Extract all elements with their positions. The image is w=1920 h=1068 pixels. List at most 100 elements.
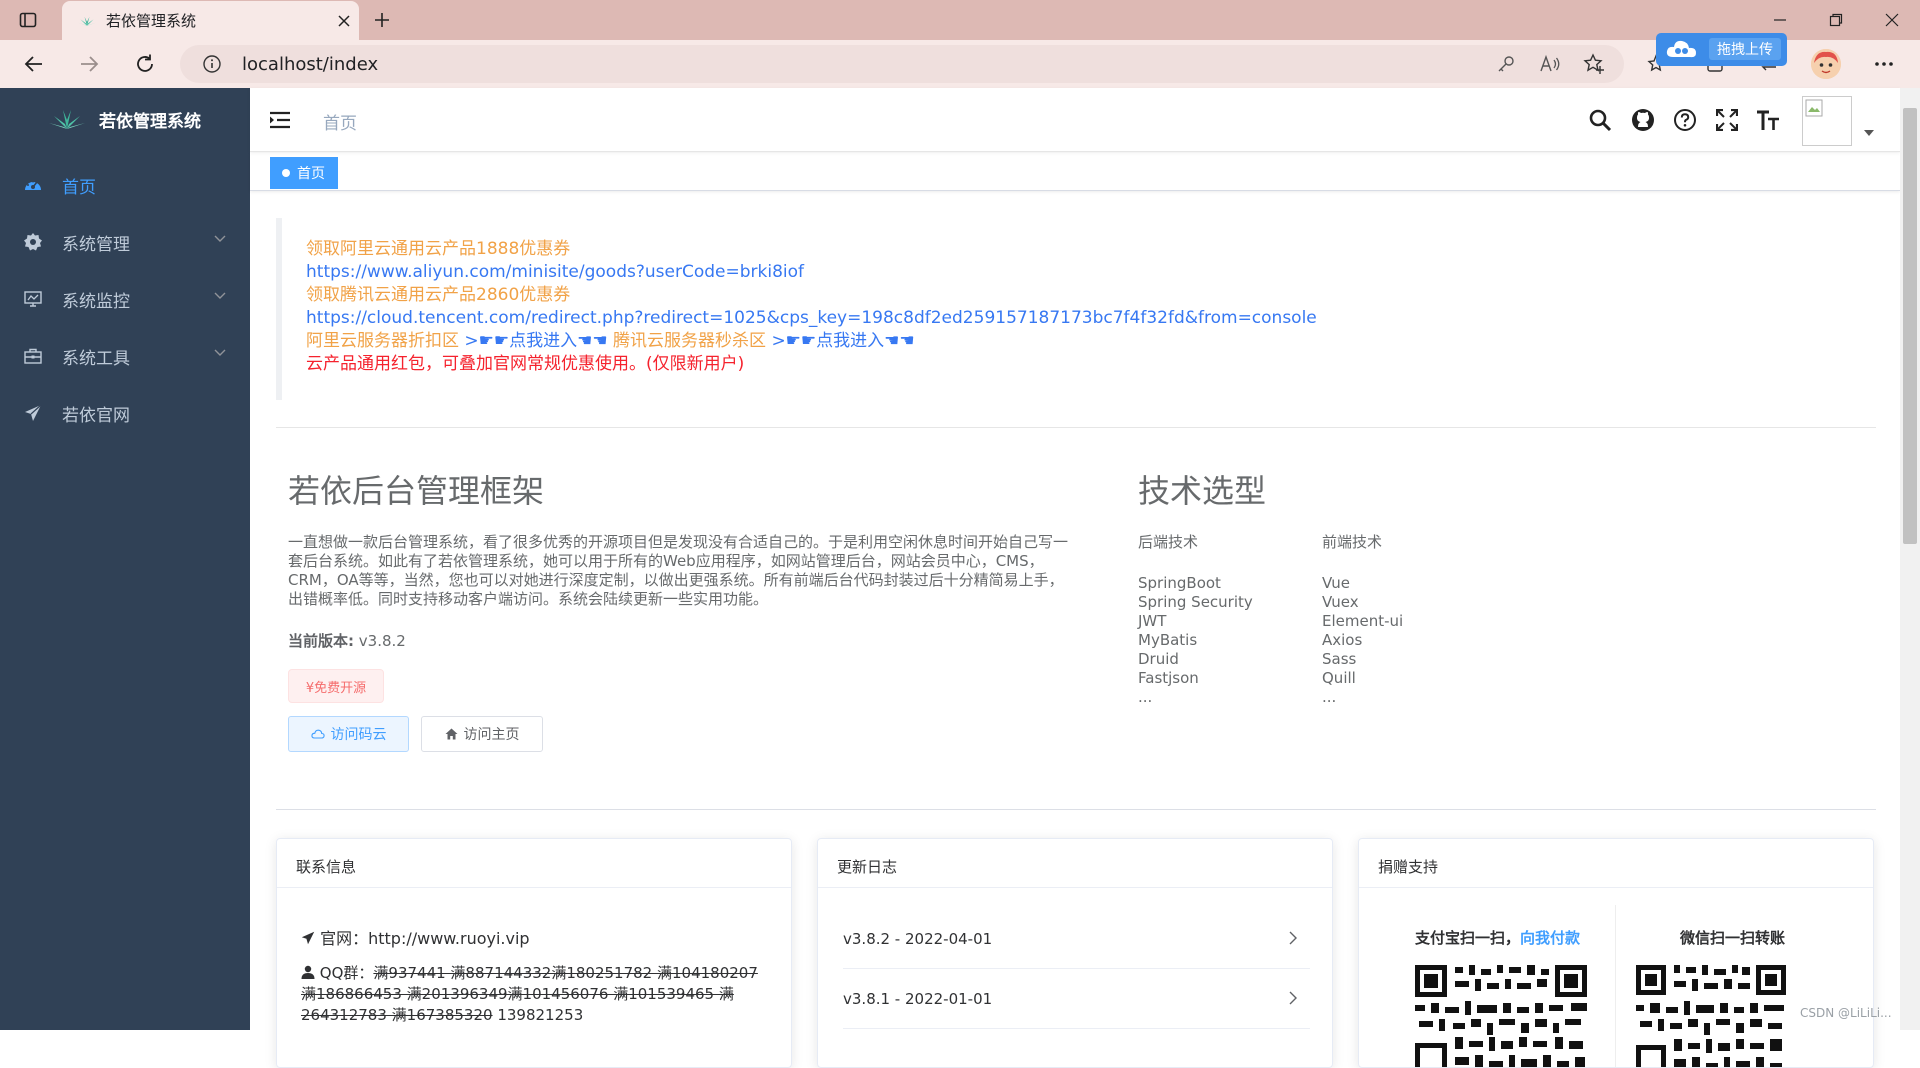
tencent-enter-link[interactable]: >☛☛点我进入☚☚ bbox=[771, 331, 914, 351]
arrow-right-icon bbox=[81, 56, 99, 72]
sidebar-toggle-button[interactable] bbox=[268, 108, 292, 132]
more-options-button[interactable] bbox=[1866, 46, 1902, 82]
frontend-tech-column: 前端技术 Vue Vuex Element-ui Axios Sass Quil… bbox=[1322, 533, 1403, 707]
alipay-qr-code bbox=[1415, 965, 1587, 1067]
chevron-down-icon bbox=[214, 349, 226, 356]
more-dots-icon bbox=[1875, 62, 1893, 66]
list-item: Vuex bbox=[1322, 593, 1359, 611]
aliyun-enter-link[interactable]: >☛☛点我进入☚☚ bbox=[464, 331, 607, 351]
help-button[interactable] bbox=[1672, 107, 1698, 133]
donate-card: 捐赠支持 支付宝扫一扫，向我付款 微信扫一扫转账 bbox=[1358, 838, 1874, 1068]
logo-icon bbox=[49, 110, 85, 129]
chevron-right-icon bbox=[1289, 991, 1297, 1005]
profile-face-icon bbox=[1811, 49, 1841, 79]
new-tab-button[interactable] bbox=[367, 5, 397, 35]
card-title: 捐赠支持 bbox=[1359, 839, 1873, 888]
list-item: JWT bbox=[1138, 612, 1167, 630]
visit-homepage-button[interactable]: 访问主页 bbox=[421, 716, 543, 752]
list-item: Druid bbox=[1138, 650, 1179, 668]
sidebar-item-home[interactable]: 首页 bbox=[0, 157, 250, 213]
list-item: Quill bbox=[1322, 669, 1356, 687]
list-item: ... bbox=[1138, 688, 1153, 706]
red-packet-note: 云产品通用红包，可叠加官网常规优惠使用。(仅限新用户) bbox=[306, 354, 745, 374]
back-button[interactable] bbox=[16, 46, 52, 82]
alipay-pay-link[interactable]: 向我付款 bbox=[1520, 929, 1580, 947]
changelog-card: 更新日志 v3.8.2 - 2022-04-01 v3.8.1 - 2022-0… bbox=[817, 838, 1333, 1068]
cloud-upload-icon bbox=[1666, 40, 1696, 57]
restore-icon bbox=[1829, 13, 1843, 27]
user-icon bbox=[301, 965, 315, 979]
tag-home[interactable]: 首页 bbox=[270, 157, 338, 189]
site-label: 官网： bbox=[320, 929, 369, 948]
browser-profile-avatar[interactable] bbox=[1811, 49, 1841, 79]
dashboard-content: 领取阿里云通用云产品1888优惠券 https://www.aliyun.com… bbox=[250, 192, 1900, 1068]
sidebar-item-label: 系统监控 bbox=[62, 291, 130, 312]
sidebar-item-label: 首页 bbox=[62, 177, 96, 198]
sidebar-item-label: 系统工具 bbox=[62, 348, 130, 369]
divider bbox=[276, 427, 1876, 428]
changelog-item[interactable]: v3.8.1 - 2022-01-01 bbox=[843, 969, 1310, 1029]
visit-gitee-button[interactable]: 访问码云 bbox=[288, 716, 409, 752]
list-item: SpringBoot bbox=[1138, 574, 1221, 592]
info-icon[interactable] bbox=[200, 52, 224, 76]
cloud-icon bbox=[310, 729, 325, 739]
frontend-heading: 前端技术 bbox=[1322, 533, 1383, 551]
tech-stack-title: 技术选型 bbox=[1138, 472, 1267, 510]
app-header: 首页 bbox=[250, 88, 1900, 152]
watermark: CSDN @LiLiLi... bbox=[1800, 1006, 1892, 1020]
site-url[interactable]: http://www.ruoyi.vip bbox=[368, 929, 529, 948]
caret-down-icon[interactable] bbox=[1864, 130, 1874, 136]
read-aloud-icon[interactable] bbox=[1538, 52, 1562, 76]
font-size-button[interactable] bbox=[1755, 107, 1781, 133]
browser-tab[interactable]: 若依管理系统 bbox=[62, 1, 359, 40]
contact-card: 联系信息 官网：http://www.ruoyi.vip QQ群：满937441… bbox=[276, 838, 792, 1068]
card-title: 联系信息 bbox=[277, 839, 791, 888]
intro-text: 一直想做一款后台管理系统，看了很多优秀的开源项目但是发现没有合适自己的。于是利用… bbox=[288, 533, 1069, 608]
monitor-icon bbox=[24, 290, 42, 308]
list-item: ... bbox=[1322, 688, 1337, 706]
broken-image-icon bbox=[1805, 99, 1823, 117]
forward-button[interactable] bbox=[71, 46, 107, 82]
question-circle-icon bbox=[1674, 109, 1696, 131]
page-scrollbar-thumb[interactable] bbox=[1903, 108, 1917, 544]
list-item: Vue bbox=[1322, 574, 1350, 592]
alipay-title: 支付宝扫一扫，向我付款 bbox=[1415, 927, 1580, 948]
upload-extension-badge[interactable]: 拖拽上传 bbox=[1656, 33, 1787, 66]
sidebar-logo[interactable]: 若依管理系统 bbox=[0, 88, 250, 150]
window-close-button[interactable] bbox=[1864, 0, 1920, 40]
aliyun-coupon-title: 领取阿里云通用云产品1888优惠券 bbox=[306, 239, 571, 259]
changelog-item[interactable]: v3.8.2 - 2022-04-01 bbox=[843, 909, 1310, 969]
address-bar[interactable]: localhost/index bbox=[180, 45, 1624, 83]
qq-groups: QQ群：满937441 满887144332满180251782 满104180… bbox=[301, 963, 771, 1026]
chevron-right-icon bbox=[1289, 931, 1297, 945]
aliyun-coupon-link[interactable]: https://www.aliyun.com/minisite/goods?us… bbox=[306, 261, 1876, 284]
user-avatar[interactable] bbox=[1802, 96, 1852, 146]
favorite-star-icon[interactable] bbox=[1582, 52, 1606, 76]
github-button[interactable] bbox=[1630, 107, 1656, 133]
key-icon[interactable] bbox=[1494, 52, 1518, 76]
tab-actions-button[interactable] bbox=[0, 0, 56, 40]
tab-actions-icon bbox=[19, 12, 37, 28]
sidebar-item-system-management[interactable]: 系统管理 bbox=[0, 214, 250, 270]
arrow-left-icon bbox=[24, 56, 42, 72]
paper-plane-icon bbox=[24, 404, 42, 422]
tencent-coupon-link[interactable]: https://cloud.tencent.com/redirect.php?r… bbox=[306, 307, 1876, 330]
list-item: Fastjson bbox=[1138, 669, 1199, 687]
tab-close-button[interactable] bbox=[329, 6, 359, 36]
restore-button[interactable] bbox=[1808, 0, 1864, 40]
fullscreen-button[interactable] bbox=[1714, 107, 1740, 133]
sidebar-item-ruoyi-site[interactable]: 若依官网 bbox=[0, 385, 250, 441]
free-open-source-tag: ¥免费开源 bbox=[288, 669, 384, 703]
sidebar-item-system-tools[interactable]: 系统工具 bbox=[0, 328, 250, 384]
close-icon bbox=[338, 14, 350, 27]
sidebar: 若依管理系统 首页 系统管理 系统监控 系统工具 若依官网 bbox=[0, 88, 250, 1030]
search-button[interactable] bbox=[1587, 107, 1613, 133]
sidebar-item-label: 系统管理 bbox=[62, 234, 130, 255]
visit-gitee-label: 访问码云 bbox=[330, 727, 387, 743]
wechat-qr-code bbox=[1636, 965, 1786, 1067]
breadcrumb[interactable]: 首页 bbox=[323, 109, 357, 134]
refresh-button[interactable] bbox=[127, 46, 163, 82]
hamburger-icon bbox=[270, 111, 290, 129]
visit-homepage-label: 访问主页 bbox=[463, 727, 520, 743]
sidebar-item-system-monitor[interactable]: 系统监控 bbox=[0, 271, 250, 327]
